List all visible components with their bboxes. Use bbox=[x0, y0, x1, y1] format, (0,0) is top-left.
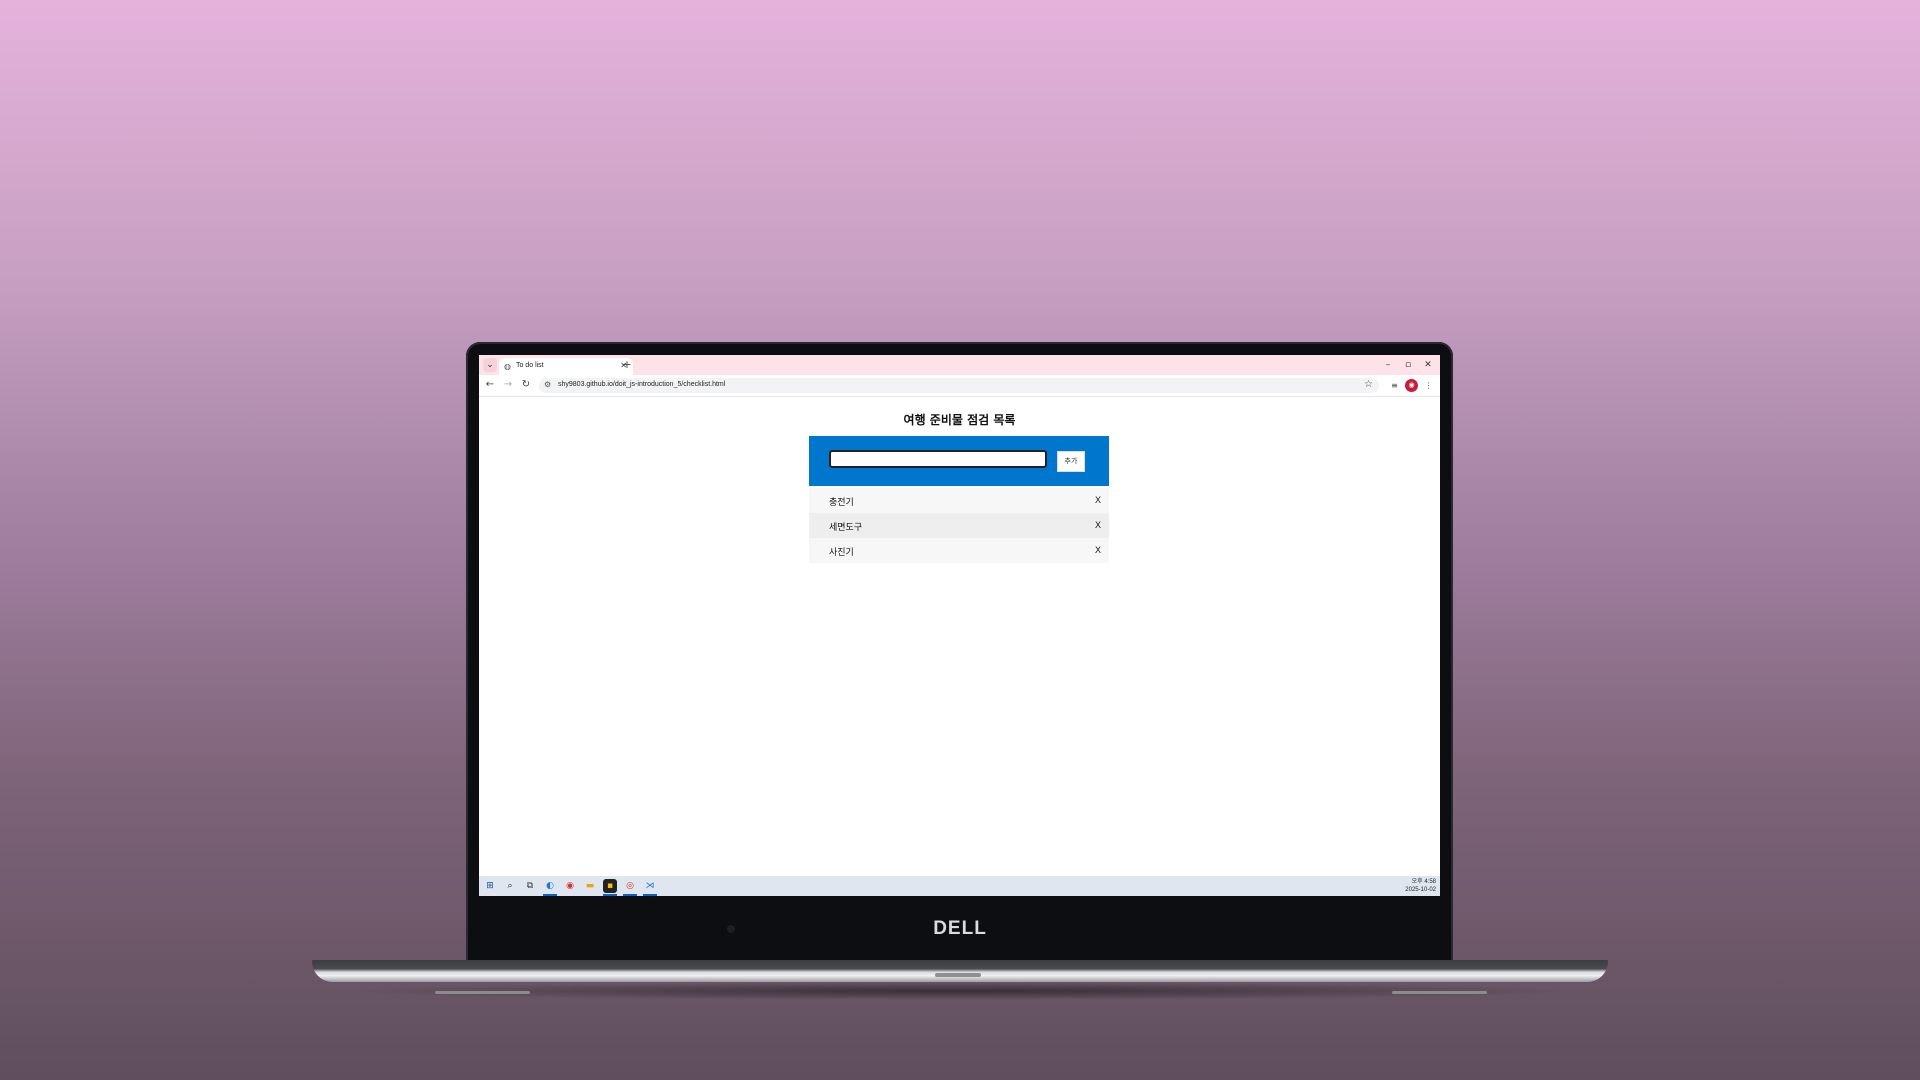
chrome-profile-icon[interactable]: ◎ bbox=[623, 879, 637, 893]
item-input[interactable] bbox=[829, 450, 1047, 468]
checklist: 충전기 X 세면도구 X 사진기 X bbox=[809, 488, 1109, 563]
file-explorer-icon[interactable]: ▬ bbox=[583, 879, 597, 893]
delete-button[interactable]: X bbox=[1095, 545, 1101, 555]
delete-button[interactable]: X bbox=[1095, 520, 1101, 530]
list-item: 사진기 X bbox=[809, 538, 1109, 563]
webcam-icon bbox=[727, 925, 735, 933]
address-bar[interactable]: ⚙ shy9803.github.io/doit_js-introduction… bbox=[539, 378, 1379, 393]
globe-icon: ◍ bbox=[504, 362, 511, 371]
tab-search-dropdown-icon[interactable]: ⌄ bbox=[483, 358, 497, 372]
extensions-icon[interactable]: ≡ bbox=[1388, 379, 1401, 392]
tab-to-do-list[interactable]: ◍ To do list ✕ bbox=[499, 358, 633, 375]
windows-taskbar: ⊞ ⌕ ⧉ ◐ ◉ ▬ ▪ ◎ ⋊ 오후 4:58 2025-10-02 bbox=[479, 876, 1440, 896]
brand-logo: DELL bbox=[933, 918, 987, 939]
item-label: 충전기 bbox=[829, 498, 854, 508]
list-item: 충전기 X bbox=[809, 488, 1109, 513]
item-label: 세면도구 bbox=[829, 523, 863, 533]
task-view-icon[interactable]: ⧉ bbox=[523, 879, 537, 893]
new-tab-button[interactable]: + bbox=[620, 358, 634, 372]
delete-button[interactable]: X bbox=[1095, 495, 1101, 505]
add-button[interactable]: 추가 bbox=[1057, 451, 1085, 472]
clock-time: 오후 4:58 bbox=[1411, 879, 1436, 885]
laptop-base bbox=[312, 960, 1608, 982]
sticky-notes-icon[interactable]: ▪ bbox=[603, 879, 617, 893]
vscode-icon[interactable]: ⋊ bbox=[643, 879, 657, 893]
close-window-button[interactable]: ✕ bbox=[1419, 358, 1437, 372]
system-clock[interactable]: 오후 4:58 2025-10-02 bbox=[1405, 878, 1436, 894]
url-text: shy9803.github.io/doit_js-introduction_5… bbox=[558, 381, 726, 388]
more-menu-icon[interactable]: ⋮ bbox=[1422, 379, 1435, 392]
back-arrow-icon[interactable]: ← bbox=[483, 378, 497, 392]
restore-button[interactable]: ▫ bbox=[1399, 358, 1417, 372]
forward-arrow-icon[interactable]: → bbox=[501, 378, 515, 392]
tab-title: To do list bbox=[516, 362, 544, 369]
site-info-icon[interactable]: ⚙ bbox=[544, 380, 551, 389]
lid-notch bbox=[935, 973, 981, 977]
bookmark-star-icon[interactable]: ☆ bbox=[1364, 379, 1373, 390]
edge-browser-icon[interactable]: ◐ bbox=[543, 879, 557, 893]
speaker-vent bbox=[435, 991, 530, 994]
add-item-form: 추가 bbox=[809, 436, 1109, 486]
windows-start-icon[interactable]: ⊞ bbox=[483, 879, 497, 893]
laptop-screen: ⌄ ◍ To do list ✕ + – ▫ ✕ ← → ↻ ⚙ shy9803… bbox=[479, 355, 1440, 896]
speaker-vent bbox=[1392, 991, 1487, 994]
browser-tab-bar: ⌄ ◍ To do list ✕ + – ▫ ✕ bbox=[479, 355, 1440, 375]
reload-icon[interactable]: ↻ bbox=[519, 378, 533, 392]
minimize-button[interactable]: – bbox=[1379, 358, 1397, 372]
browser-toolbar: ← → ↻ ⚙ shy9803.github.io/doit_js-introd… bbox=[479, 375, 1440, 397]
list-item: 세면도구 X bbox=[809, 513, 1109, 538]
profile-avatar-icon[interactable]: ◉ bbox=[1405, 379, 1418, 392]
clock-date: 2025-10-02 bbox=[1405, 887, 1436, 893]
chrome-icon[interactable]: ◉ bbox=[563, 879, 577, 893]
page-title: 여행 준비물 점검 목록 bbox=[903, 413, 1016, 427]
item-label: 사진기 bbox=[829, 548, 854, 558]
search-icon[interactable]: ⌕ bbox=[503, 879, 517, 893]
